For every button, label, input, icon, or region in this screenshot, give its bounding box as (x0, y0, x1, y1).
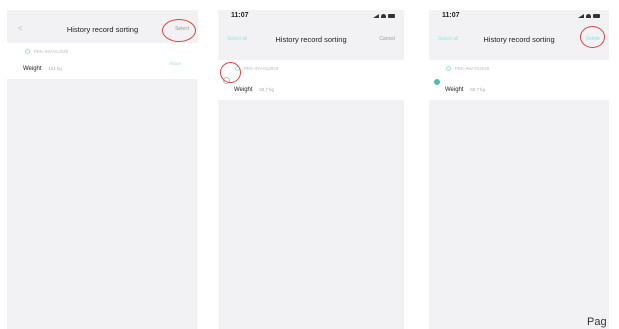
status-time: 11:07 (231, 12, 249, 19)
weight-label: Weight (23, 66, 42, 72)
status-bar: 11:07 (218, 10, 404, 27)
highlight-ring (220, 62, 241, 83)
record-dot-icon (25, 49, 30, 54)
cancel-button[interactable]: Cancel (379, 36, 395, 42)
screen-item-selected: 11:07 Select all History record sorting … (429, 10, 609, 329)
record-id-row: PEK-INV-012020 (25, 49, 68, 54)
record-id: PEK-INV-012020 (455, 66, 490, 71)
screen-history-list: < History record sorting Select PEK-INV-… (7, 10, 198, 329)
weight-value: 50.7 kg (259, 87, 275, 92)
record-id-row: PEK-INV-012020 (446, 66, 489, 71)
list-item[interactable]: PEK-INV-012020 Weight 50.7 kg (429, 60, 609, 100)
share-link[interactable]: Share (169, 61, 181, 66)
battery-icon (388, 14, 395, 18)
weight-label: Weight (234, 87, 253, 93)
signal-icon (373, 14, 379, 18)
wifi-icon (586, 14, 591, 18)
list-item[interactable]: PEK-INV-012020 Weight 121 kg Share (7, 43, 198, 79)
record-id: PEK-INV-012020 (244, 66, 279, 71)
selected-checkbox[interactable] (434, 79, 440, 85)
list-item[interactable]: PEK-INV-012020 Weight 50.7 kg (218, 60, 404, 100)
wifi-icon (381, 14, 386, 18)
record-id: PEK-INV-012020 (34, 49, 69, 54)
record-dot-icon (446, 66, 451, 71)
screen-select-mode: 11:07 Select all History record sorting … (218, 10, 404, 329)
highlight-ring (580, 26, 605, 48)
status-bar: 11:07 (429, 10, 609, 27)
record-id-row: PEK-INV-012020 (235, 66, 278, 71)
page-label: Pag (587, 316, 607, 328)
nav-bar: Select all History record sorting Cancel (218, 27, 404, 53)
signal-icon (578, 14, 584, 18)
weight-row: Weight 50.7 kg (234, 87, 274, 93)
system-icons (373, 14, 395, 18)
weight-label: Weight (445, 87, 464, 93)
weight-row: Weight 121 kg (23, 66, 62, 72)
weight-value: 121 kg (48, 66, 62, 71)
status-time: 11:07 (442, 12, 460, 19)
weight-value: 50.7 kg (470, 87, 486, 92)
battery-icon (593, 14, 600, 18)
system-icons (578, 14, 600, 18)
page-title: History record sorting (275, 35, 347, 44)
weight-row: Weight 50.7 kg (445, 87, 485, 93)
highlight-ring (162, 19, 196, 42)
